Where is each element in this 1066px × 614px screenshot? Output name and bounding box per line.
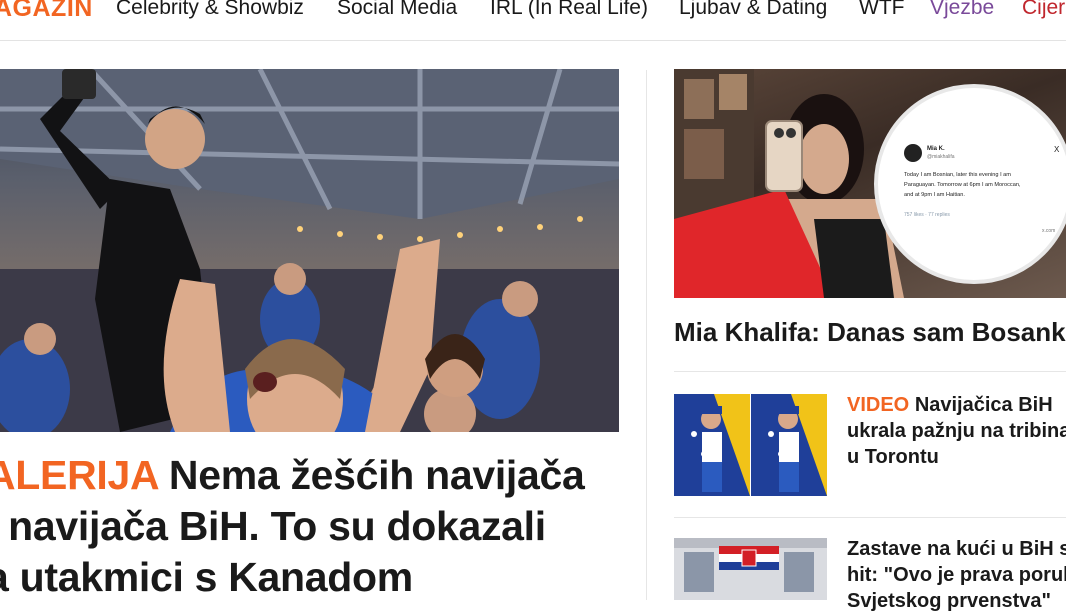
nav-item-wtf[interactable]: WTF <box>859 0 904 20</box>
tweet-text-line-2: Paraguayan. Tomorrow at 6pm I am Morocca… <box>904 182 1021 188</box>
nav-item-vjezbe[interactable]: Vjezbe <box>930 0 994 20</box>
column-divider <box>646 70 647 600</box>
house-with-flag-illustration <box>674 538 827 600</box>
hero-image[interactable] <box>0 69 619 432</box>
nav-item-celebrity-showbiz[interactable]: Celebrity & Showbiz <box>116 0 304 20</box>
tweet-text-line-3: and at 9pm I am Haitian. <box>904 192 965 198</box>
small-article-1-line-1: Navijačica BiH <box>914 394 1053 416</box>
tweet-text-line-1: Today I am Bosnian, later this evening I… <box>904 172 1011 178</box>
small-article-2-line-3: Svjetskog prvenstva" <box>847 590 1052 612</box>
small-article-2-headline[interactable]: Zastave na kući u BiH s hit: "Ovo je pra… <box>847 536 1066 614</box>
small-article-1-headline[interactable]: VIDEO Navijačica BiH ukrala pažnju na tr… <box>847 392 1066 470</box>
article-separator <box>674 371 1066 372</box>
small-article-1-line-2: ukrala pažnju na tribina <box>847 420 1066 442</box>
hero-headline-line-2: l navijača BiH. To su dokazali <box>0 503 546 549</box>
tweet-author-name: Mia K. <box>927 146 945 152</box>
small-article-2-line-1: Zastave na kući u BiH s <box>847 538 1066 560</box>
tweet-close-icon: X <box>1054 145 1060 154</box>
nav-item-cijene[interactable]: Cijer <box>1022 0 1065 20</box>
small-article-1-tag: VIDEO <box>847 394 910 416</box>
nav-item-irl[interactable]: IRL (In Real Life) <box>490 0 648 20</box>
nav-item-ljubav-dating[interactable]: Ljubav & Dating <box>679 0 827 20</box>
hero-headline-line-1: Nema žešćih navijača <box>168 452 585 498</box>
small-article-2-image[interactable] <box>674 538 827 600</box>
fan-with-flag-illustration <box>674 394 827 496</box>
hero-headline[interactable]: ALERIJA Nema žešćih navijača l navijača … <box>0 450 626 603</box>
small-article-2-line-2: hit: "Ovo je prava poruk <box>847 564 1066 586</box>
small-article-1-image[interactable] <box>674 394 827 496</box>
tweet-stats: 757 likes · 77 replies <box>904 212 950 218</box>
tweet-author-handle: @miakhalifa <box>927 154 955 160</box>
fans-celebrating-illustration <box>0 69 619 432</box>
side-article-image[interactable]: Mia K. @miakhalifa X Today I am Bosnian,… <box>674 69 1066 298</box>
nav-item-social-media[interactable]: Social Media <box>337 0 457 20</box>
tweet-footer: x.com <box>1042 228 1055 234</box>
hero-category-tag: ALERIJA <box>0 452 158 498</box>
top-navigation: AGAZIN Celebrity & Showbiz Social Media … <box>0 0 1066 41</box>
site-logo[interactable]: AGAZIN <box>0 0 93 23</box>
small-article-1-line-3: u Torontu <box>847 446 939 468</box>
hero-headline-line-3: a utakmici s Kanadom <box>0 554 413 600</box>
article-separator <box>674 517 1066 518</box>
selfie-with-tweet-illustration: Mia K. @miakhalifa X Today I am Bosnian,… <box>674 69 1066 298</box>
side-article-headline[interactable]: Mia Khalifa: Danas sam Bosanka <box>674 317 1066 348</box>
